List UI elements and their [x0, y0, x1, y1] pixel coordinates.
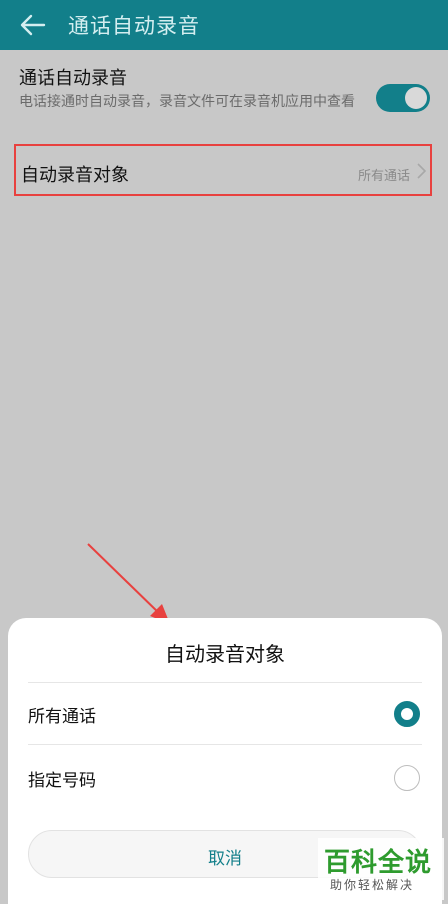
record-target-row[interactable]: 自动录音对象 所有通话	[14, 144, 432, 196]
radio-selected-icon[interactable]	[394, 701, 420, 727]
option-label: 所有通话	[28, 707, 96, 727]
back-button[interactable]	[18, 10, 48, 40]
setting-title: 通话自动录音	[19, 68, 127, 89]
auto-record-setting: 通话自动录音 电话接通时自动录音，录音文件可在录音机应用中查看	[0, 56, 448, 136]
watermark-sub: 助你轻松解决	[330, 878, 415, 892]
record-target-label: 自动录音对象	[21, 165, 129, 186]
option-label: 指定号码	[28, 771, 96, 791]
divider	[28, 744, 422, 745]
watermark-logo: 百科全说 助你轻松解决	[318, 838, 444, 900]
toggle-knob	[405, 87, 427, 109]
dialog-title: 自动录音对象	[165, 642, 285, 666]
watermark-main: 百科全说	[324, 848, 433, 878]
option-all-calls[interactable]: 所有通话	[8, 684, 442, 744]
app-header: 通话自动录音	[0, 0, 448, 50]
page-title: 通话自动录音	[68, 14, 200, 38]
chevron-right-icon	[417, 163, 427, 179]
radio-unselected-icon[interactable]	[394, 765, 420, 791]
option-specific-numbers[interactable]: 指定号码	[8, 748, 442, 808]
record-target-value: 所有通话	[357, 169, 410, 184]
back-arrow-icon	[20, 14, 46, 36]
setting-description: 电话接通时自动录音，录音文件可在录音机应用中查看	[19, 94, 355, 110]
auto-record-toggle[interactable]	[376, 84, 430, 112]
divider	[28, 682, 422, 683]
